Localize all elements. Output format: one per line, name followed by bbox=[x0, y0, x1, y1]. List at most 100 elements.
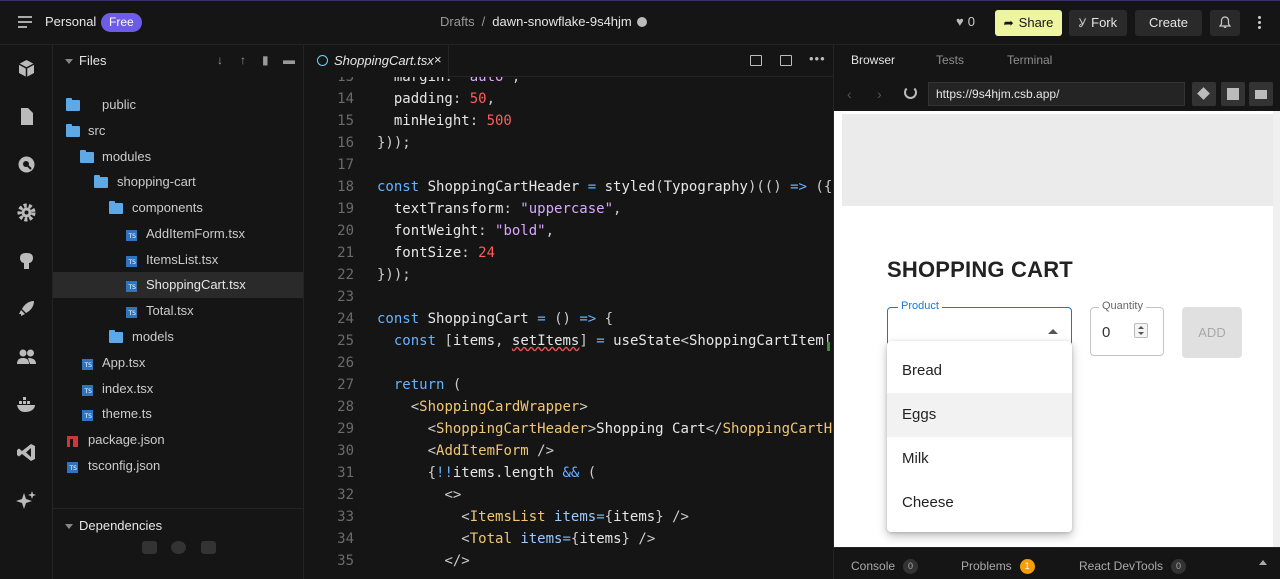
split-view-icon[interactable] bbox=[750, 55, 762, 66]
share-button[interactable]: ➦ Share bbox=[995, 10, 1062, 36]
problems-tab[interactable]: Problems 1 bbox=[961, 559, 1035, 574]
tree-file-package-json[interactable]: package.json bbox=[53, 427, 303, 453]
code-line: 30 <AddItemForm /> bbox=[304, 440, 833, 462]
twitter-icon[interactable] bbox=[142, 541, 157, 554]
menu-item-eggs[interactable]: Eggs bbox=[887, 393, 1072, 437]
line-number: 34 bbox=[337, 531, 354, 547]
line-number: 18 bbox=[337, 179, 354, 195]
sparkle-icon[interactable] bbox=[16, 490, 37, 511]
back-arrow-icon[interactable]: ‹ bbox=[847, 86, 852, 102]
users-icon[interactable] bbox=[16, 346, 37, 367]
file-icon[interactable] bbox=[16, 106, 37, 127]
chevron-up-icon[interactable] bbox=[1259, 560, 1267, 565]
download-icon[interactable]: ↓ bbox=[217, 53, 223, 67]
menu-item-bread[interactable]: Bread bbox=[887, 349, 1072, 393]
devices-icon[interactable] bbox=[1192, 82, 1216, 106]
folder-open-icon bbox=[66, 124, 80, 137]
like-counter[interactable]: ♥ 0 bbox=[956, 14, 975, 29]
tree-file-tsconfig[interactable]: TS tsconfig.json bbox=[53, 453, 303, 479]
tab-tests[interactable]: Tests bbox=[936, 53, 964, 67]
github-icon[interactable] bbox=[171, 541, 186, 554]
tree-file-itemslist[interactable]: TS ItemsList.tsx bbox=[53, 247, 303, 273]
fork-button[interactable]: Ỿ Fork bbox=[1069, 10, 1127, 36]
preview-icon[interactable] bbox=[780, 55, 792, 66]
discord-icon[interactable] bbox=[201, 541, 216, 554]
code-area[interactable]: 13 margin: "auto", 14 padding: 50, 15 mi… bbox=[304, 77, 833, 579]
files-header[interactable]: Files ↓ ↑ ▮ ▬ bbox=[53, 45, 304, 77]
typescript-icon: TS bbox=[82, 359, 93, 370]
tree-file-index[interactable]: TS index.tsx bbox=[53, 376, 303, 402]
quantity-value[interactable]: 0 bbox=[1102, 324, 1110, 341]
docker-icon[interactable] bbox=[16, 394, 37, 415]
tab-browser[interactable]: Browser bbox=[851, 53, 895, 67]
chevron-up-icon[interactable] bbox=[1048, 329, 1058, 334]
more-icon[interactable]: ••• bbox=[809, 51, 826, 66]
quantity-stepper[interactable] bbox=[1134, 323, 1148, 338]
code-line: 16})); bbox=[304, 132, 833, 154]
breadcrumb-separator: / bbox=[481, 14, 486, 29]
tree-item-label: package.json bbox=[88, 432, 165, 447]
github-icon[interactable] bbox=[16, 250, 37, 271]
typescript-icon: TS bbox=[126, 256, 137, 267]
line-number: 21 bbox=[337, 245, 354, 261]
upload-icon[interactable]: ↑ bbox=[240, 53, 246, 67]
line-number: 33 bbox=[337, 509, 354, 525]
new-file-icon[interactable]: ▮ bbox=[262, 53, 269, 67]
code-line: 28 <ShoppingCardWrapper> bbox=[304, 396, 833, 418]
top-bar: Personal Free Drafts / dawn-snowflake-9s4h… bbox=[0, 0, 1280, 45]
workspace-name[interactable]: Personal bbox=[45, 14, 96, 29]
line-number: 32 bbox=[337, 487, 354, 503]
code-text: const ShoppingCartHeader = styled(Typogr… bbox=[377, 179, 833, 195]
window-icon[interactable] bbox=[1249, 82, 1273, 106]
tree-file-app[interactable]: TS App.tsx bbox=[53, 350, 303, 376]
tree-folder-public[interactable]: public bbox=[53, 92, 303, 118]
product-label: Product bbox=[898, 300, 942, 312]
url-input[interactable] bbox=[928, 82, 1185, 106]
tree-item-label: models bbox=[132, 329, 174, 344]
tree-file-additemform[interactable]: TS AddItemForm.tsx bbox=[53, 221, 303, 247]
code-text: fontWeight: "bold", bbox=[393, 223, 555, 239]
tree-file-shoppingcart[interactable]: TS ShoppingCart.tsx bbox=[53, 272, 303, 298]
notifications-button[interactable] bbox=[1210, 10, 1240, 36]
close-icon[interactable]: × bbox=[434, 52, 442, 67]
copy-icon[interactable] bbox=[1221, 82, 1245, 106]
breadcrumb-folder[interactable]: Drafts bbox=[440, 14, 475, 29]
tree-file-theme[interactable]: TS theme.ts bbox=[53, 401, 303, 427]
tree-folder-models[interactable]: models bbox=[53, 324, 303, 350]
tree-item-label: tsconfig.json bbox=[88, 458, 161, 473]
tab-shoppingcart[interactable]: ShoppingCart.tsx × bbox=[304, 45, 449, 77]
cube-icon[interactable] bbox=[16, 58, 37, 79]
rocket-icon[interactable] bbox=[16, 298, 37, 319]
hamburger-menu-icon[interactable] bbox=[18, 16, 32, 28]
dependencies-title[interactable]: Dependencies bbox=[79, 518, 162, 533]
tree-folder-modules[interactable]: modules bbox=[53, 144, 303, 170]
gear-icon[interactable] bbox=[16, 202, 37, 223]
search-icon[interactable] bbox=[16, 154, 37, 175]
code-line: 26 bbox=[304, 352, 833, 374]
line-number: 24 bbox=[337, 311, 354, 327]
sandbox-name[interactable]: dawn-snowflake-9s4hjm bbox=[492, 14, 631, 29]
console-tab[interactable]: Console 0 bbox=[851, 559, 919, 574]
menu-item-cheese[interactable]: Cheese bbox=[887, 481, 1072, 525]
chevron-down-icon[interactable] bbox=[65, 524, 73, 529]
tree-item-label: modules bbox=[102, 149, 152, 164]
line-number: 19 bbox=[337, 201, 354, 217]
reload-icon[interactable] bbox=[904, 86, 917, 99]
vscode-icon[interactable] bbox=[16, 442, 37, 463]
tree-folder-src[interactable]: src bbox=[53, 118, 303, 144]
code-line: 22})); bbox=[304, 264, 833, 286]
react-devtools-tab[interactable]: React DevTools 0 bbox=[1079, 559, 1187, 574]
tree-folder-components[interactable]: components bbox=[53, 195, 303, 221]
create-button[interactable]: Create bbox=[1135, 10, 1202, 36]
add-button[interactable]: ADD bbox=[1182, 307, 1242, 358]
preview-scrollbar[interactable] bbox=[1273, 111, 1280, 547]
tree-folder-shopping-cart[interactable]: shopping-cart bbox=[53, 169, 303, 195]
forward-arrow-icon[interactable]: › bbox=[877, 86, 882, 102]
more-options-icon[interactable] bbox=[1250, 10, 1270, 36]
typescript-icon: TS bbox=[82, 385, 93, 396]
new-folder-icon[interactable]: ▬ bbox=[283, 53, 295, 67]
tab-terminal[interactable]: Terminal bbox=[1007, 53, 1052, 67]
tree-file-total[interactable]: TS Total.tsx bbox=[53, 298, 303, 324]
tree-item-label: index.tsx bbox=[102, 381, 154, 396]
menu-item-milk[interactable]: Milk bbox=[887, 437, 1072, 481]
